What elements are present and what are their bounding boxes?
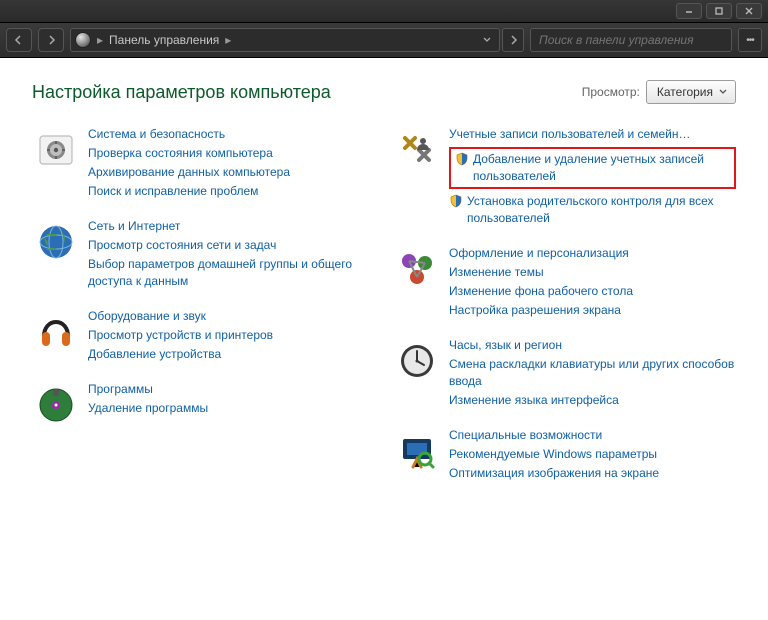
task-link[interactable]: Изменение языка интерфейса — [449, 392, 736, 409]
task-link[interactable]: Просмотр устройств и принтеров — [88, 327, 273, 344]
search-box[interactable] — [530, 28, 732, 52]
task-link[interactable]: Архивирование данных компьютера — [88, 164, 290, 181]
breadcrumb-item[interactable]: Панель управления — [109, 33, 219, 47]
users-icon — [393, 126, 441, 174]
category-link-programs[interactable]: Программы — [88, 381, 208, 398]
clock-icon — [393, 337, 441, 385]
category-columns: Система и безопасность Проверка состояни… — [32, 126, 736, 482]
appearance-icon — [393, 245, 441, 293]
refresh-button[interactable] — [502, 28, 524, 52]
task-link[interactable]: Смена раскладки клавиатуры или других сп… — [449, 356, 736, 390]
title-bar — [0, 0, 768, 23]
category-ease-of-access: Специальные возможности Рекомендуемые Wi… — [393, 427, 736, 482]
chevron-right-icon: ▸ — [225, 33, 231, 47]
minimize-button[interactable] — [676, 3, 702, 19]
view-by-dropdown[interactable]: Категория — [646, 80, 736, 104]
category-link-appearance[interactable]: Оформление и персонализация — [449, 245, 633, 262]
task-link[interactable]: Выбор параметров домашней группы и общег… — [88, 256, 375, 290]
category-hardware: Оборудование и звук Просмотр устройств и… — [32, 308, 375, 363]
category-clock: Часы, язык и регион Смена раскладки клав… — [393, 337, 736, 409]
task-link[interactable]: Просмотр состояния сети и задач — [88, 237, 375, 254]
task-link[interactable]: Удаление программы — [88, 400, 208, 417]
address-bar[interactable]: ▸ Панель управления ▸ — [70, 28, 500, 52]
disc-icon — [32, 381, 80, 429]
task-link[interactable]: Поиск и исправление проблем — [88, 183, 290, 200]
view-by-value: Категория — [657, 85, 713, 99]
search-options-button[interactable]: ••• — [738, 28, 762, 52]
category-link-system[interactable]: Система и безопасность — [88, 126, 290, 143]
category-link-clock[interactable]: Часы, язык и регион — [449, 337, 736, 354]
address-dropdown-icon[interactable] — [479, 32, 495, 48]
ease-of-access-icon — [393, 427, 441, 475]
category-link-hardware[interactable]: Оборудование и звук — [88, 308, 273, 325]
page-title: Настройка параметров компьютера — [32, 82, 331, 103]
category-programs: Программы Удаление программы — [32, 381, 375, 429]
control-panel-icon — [75, 32, 91, 48]
category-link-network[interactable]: Сеть и Интернет — [88, 218, 375, 235]
category-system: Система и безопасность Проверка состояни… — [32, 126, 375, 200]
maximize-button[interactable] — [706, 3, 732, 19]
task-link[interactable]: Добавление устройства — [88, 346, 273, 363]
close-button[interactable] — [736, 3, 762, 19]
task-link[interactable]: Рекомендуемые Windows параметры — [449, 446, 659, 463]
category-network: Сеть и Интернет Просмотр состояния сети … — [32, 218, 375, 290]
uac-shield-icon — [455, 152, 469, 166]
chevron-right-icon: ▸ — [97, 33, 103, 47]
view-by-label: Просмотр: — [582, 85, 640, 99]
forward-button[interactable] — [38, 28, 64, 52]
task-link[interactable]: Изменение темы — [449, 264, 633, 281]
highlighted-link: Добавление и удаление учетных записей по… — [449, 147, 736, 189]
category-link-users[interactable]: Учетные записи пользователей и семейн… — [449, 126, 736, 143]
task-link[interactable]: Изменение фона рабочего стола — [449, 283, 633, 300]
content-header: Настройка параметров компьютера Просмотр… — [32, 80, 736, 104]
view-by-control: Просмотр: Категория — [582, 80, 736, 104]
content-area: Настройка параметров компьютера Просмотр… — [0, 58, 768, 620]
task-link-add-remove-users[interactable]: Добавление и удаление учетных записей по… — [455, 151, 730, 185]
uac-shield-icon — [449, 194, 463, 208]
nav-bar: ▸ Панель управления ▸ ••• — [0, 23, 768, 58]
category-link-ease-of-access[interactable]: Специальные возможности — [449, 427, 659, 444]
task-link[interactable]: Проверка состояния компьютера — [88, 145, 290, 162]
safe-icon — [32, 126, 80, 174]
control-panel-window: ▸ Панель управления ▸ ••• Настройка пара… — [0, 0, 768, 620]
back-button[interactable] — [6, 28, 32, 52]
task-link[interactable]: Оптимизация изображения на экране — [449, 465, 659, 482]
search-input[interactable] — [537, 32, 725, 48]
category-users: Учетные записи пользователей и семейн… Д… — [393, 126, 736, 227]
left-column: Система и безопасность Проверка состояни… — [32, 126, 375, 482]
task-link-parental-controls[interactable]: Установка родительского контроля для все… — [449, 193, 736, 227]
headphones-icon — [32, 308, 80, 356]
task-link[interactable]: Настройка разрешения экрана — [449, 302, 633, 319]
right-column: Учетные записи пользователей и семейн… Д… — [393, 126, 736, 482]
globe-icon — [32, 218, 80, 266]
category-appearance: Оформление и персонализация Изменение те… — [393, 245, 736, 319]
